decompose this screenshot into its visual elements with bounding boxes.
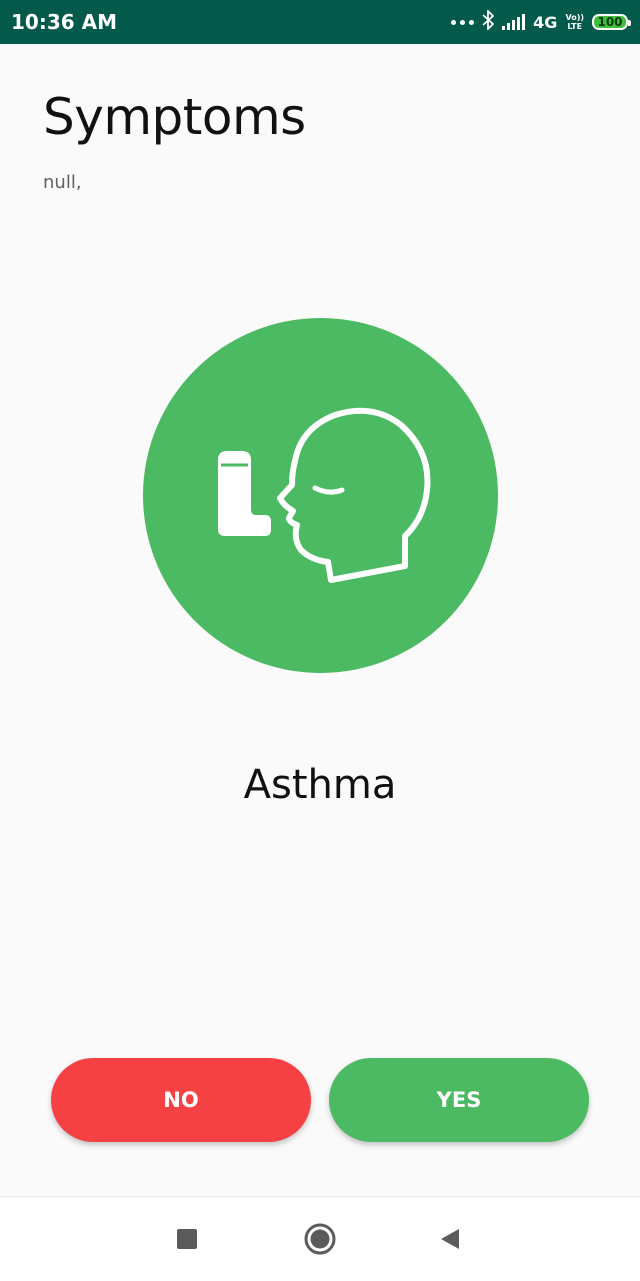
inhaler-head-icon <box>218 407 431 583</box>
network-type: 4G <box>533 12 558 32</box>
status-icons: 4G Vo)) LTE 100 <box>451 8 631 36</box>
no-button[interactable]: NO <box>51 1058 311 1142</box>
signal-icon <box>502 14 526 30</box>
more-dots-icon <box>451 19 475 25</box>
page-subtitle: null, <box>43 172 82 193</box>
home-button[interactable] <box>280 1197 360 1281</box>
volte-icon: Vo)) LTE <box>565 13 584 31</box>
battery-icon: 100 <box>592 14 631 30</box>
symptom-name: Asthma <box>243 762 397 808</box>
status-bar: 10:36 AM 4G Vo)) LTE 100 <box>0 0 640 44</box>
bluetooth-icon <box>482 8 495 35</box>
status-time: 10:36 AM <box>11 10 118 34</box>
home-circle-icon <box>304 1223 336 1255</box>
battery-level: 100 <box>597 15 623 29</box>
recents-button[interactable] <box>147 1197 227 1281</box>
page-title: Symptoms <box>43 88 306 146</box>
navigation-bar <box>0 1196 640 1281</box>
yes-button[interactable]: YES <box>329 1058 589 1142</box>
back-button[interactable] <box>410 1197 490 1281</box>
back-triangle-icon <box>441 1229 459 1249</box>
symptom-image <box>143 318 498 673</box>
recents-square-icon <box>177 1229 197 1249</box>
